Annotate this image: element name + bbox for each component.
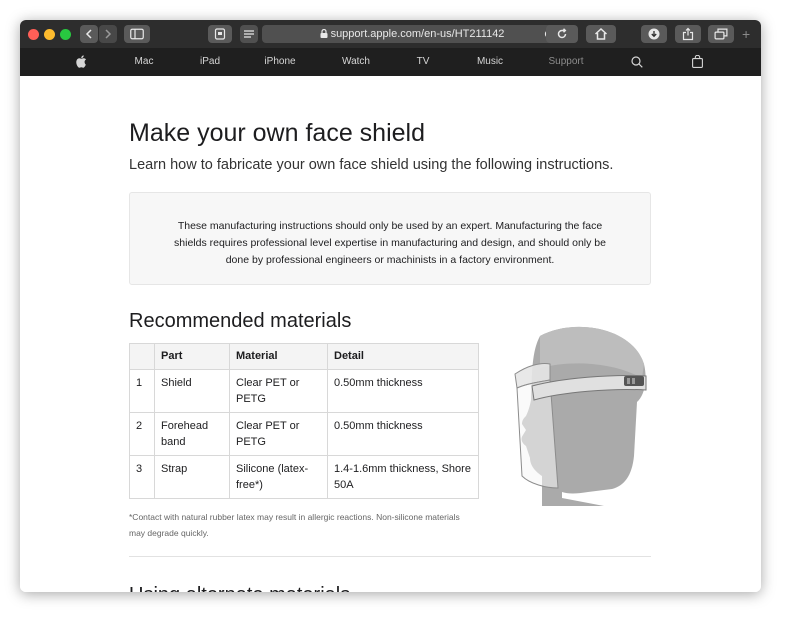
lock-icon [320,28,328,38]
nav-item-watch[interactable]: Watch [342,48,370,76]
nav-item-music[interactable]: Music [477,48,503,76]
row-material: Clear PET or PETG [229,412,328,456]
chevron-left-icon [85,29,92,39]
table-row: 2 Forehead band Clear PET or PETG 0.50mm… [129,412,479,456]
section-divider [129,556,651,557]
row-part: Shield [154,369,230,413]
apple-logo-icon[interactable] [76,55,87,68]
minimize-window-icon[interactable] [44,29,55,40]
address-url: support.apple.com/en-us/HT211142 [262,25,562,43]
browser-toolbar: support.apple.com/en-us/HT211142 + [20,20,761,49]
row-detail: 0.50mm thickness [327,369,479,413]
column-header-material: Material [229,343,328,370]
nav-item-tv[interactable]: TV [417,48,430,76]
face-shield-illustration [514,326,647,506]
table-row: 3 Strap Silicone (latex-free*) 1.4-1.6mm… [129,455,479,499]
row-material: Silicone (latex-free*) [229,455,328,499]
downloads-button[interactable] [641,25,667,43]
sidebar-icon [130,28,144,40]
search-icon[interactable] [631,56,643,68]
sidebar-button[interactable] [124,25,150,43]
row-part: Forehead band [154,412,230,456]
page-content: Make your own face shield Learn how to f… [20,76,761,592]
home-icon [594,28,608,40]
expert-warning-note: These manufacturing instructions should … [129,192,651,285]
download-icon [648,28,660,40]
page-title: Make your own face shield [129,119,425,147]
bag-icon[interactable] [692,55,703,68]
nav-item-ipad[interactable]: iPad [200,48,220,76]
browser-window: support.apple.com/en-us/HT211142 + Mac i… [20,20,761,592]
row-material: Clear PET or PETG [229,369,328,413]
row-detail: 1.4-1.6mm thickness, Shore 50A [327,455,479,499]
tabs-icon [714,28,728,40]
warning-text: These manufacturing instructions should … [174,220,606,266]
column-header-detail: Detail [327,343,479,370]
reader-view-button[interactable] [240,25,258,43]
row-detail: 0.50mm thickness [327,412,479,456]
share-button[interactable] [675,25,701,43]
home-button[interactable] [586,25,616,43]
share-icon [682,27,694,41]
close-window-icon[interactable] [28,29,39,40]
global-nav: Mac iPad iPhone Watch TV Music Support [20,48,761,76]
back-button[interactable] [80,25,98,43]
new-tab-icon[interactable]: + [742,26,750,42]
shield-badge-icon [214,28,226,40]
table-header-row: Part Material Detail [129,343,479,370]
column-header-index [129,343,155,370]
table-row: 1 Shield Clear PET or PETG 0.50mm thickn… [129,369,479,413]
column-header-part: Part [154,343,230,370]
address-bar[interactable]: support.apple.com/en-us/HT211142 [262,25,562,43]
nav-item-mac[interactable]: Mac [135,48,154,76]
page-intro: Learn how to fabricate your own face shi… [129,157,614,173]
reader-badge-button[interactable] [208,25,232,43]
reader-lines-icon [244,30,254,38]
row-index: 3 [129,455,155,499]
refresh-button[interactable] [546,25,578,43]
url-text: support.apple.com/en-us/HT211142 [330,28,505,40]
nav-item-support[interactable]: Support [548,48,583,76]
row-index: 1 [129,369,155,413]
zoom-window-icon[interactable] [60,29,71,40]
refresh-icon [557,28,567,39]
row-index: 2 [129,412,155,456]
next-section-heading: Using alternate materials [129,584,350,592]
nav-item-iphone[interactable]: iPhone [264,48,295,76]
materials-table: Part Material Detail 1 Shield Clear PET … [129,343,479,499]
tabs-overview-button[interactable] [708,25,734,43]
section-title-materials: Recommended materials [129,310,352,332]
forward-button[interactable] [99,25,117,43]
latex-footnote: *Contact with natural rubber latex may r… [129,512,460,538]
chevron-right-icon [105,29,112,39]
row-part: Strap [154,455,230,499]
